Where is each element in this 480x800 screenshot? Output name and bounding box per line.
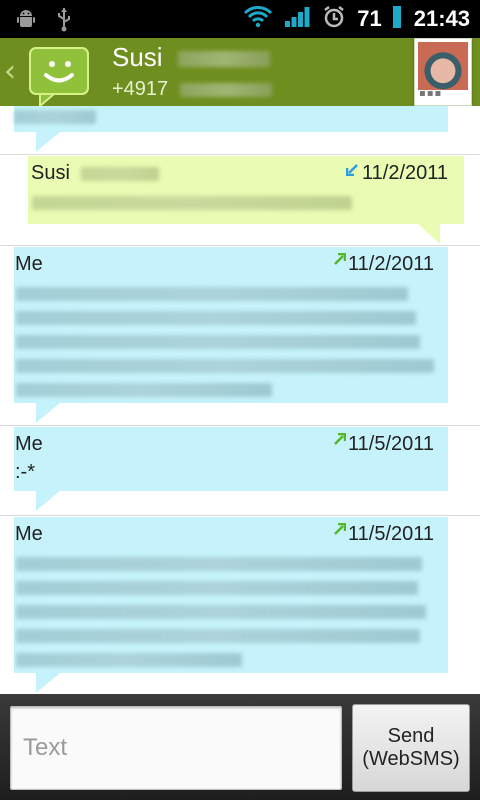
message-bubble-outgoing[interactable]: Me 11/5/2011 bbox=[14, 517, 448, 673]
send-label-line1: Send bbox=[387, 725, 435, 747]
avatar-dots: ▪▪▪ bbox=[419, 88, 443, 99]
divider bbox=[0, 154, 480, 155]
contact-first-name: Susi bbox=[112, 42, 163, 72]
usb-icon bbox=[54, 6, 74, 36]
message-bubble-outgoing[interactable]: Me 11/2/2011 bbox=[14, 247, 448, 403]
message-sender: Me bbox=[15, 523, 43, 545]
message-date: 11/2/2011 bbox=[362, 162, 449, 184]
message-text-input[interactable] bbox=[10, 706, 342, 790]
bubble-tail bbox=[418, 224, 440, 244]
redacted-line bbox=[16, 653, 242, 667]
bubble-tail bbox=[36, 403, 60, 423]
redacted-line bbox=[16, 311, 416, 325]
message-date: 11/5/2011 bbox=[348, 433, 435, 455]
divider bbox=[0, 515, 480, 516]
alarm-icon bbox=[321, 4, 347, 34]
message-thread[interactable]: Susi 11/2/2011 Me 11/2/2011 Me 11/5/2011… bbox=[0, 106, 480, 694]
messaging-app-icon[interactable] bbox=[26, 42, 96, 109]
redacted-line bbox=[16, 383, 272, 397]
phone-number-redacted bbox=[179, 82, 272, 97]
battery-percent: 71 bbox=[357, 6, 382, 31]
contact-number: +4917 bbox=[112, 78, 272, 101]
outgoing-arrow-icon bbox=[334, 253, 346, 265]
send-label-line2: (WebSMS) bbox=[362, 748, 460, 770]
bubble-tail bbox=[36, 132, 60, 152]
message-date: 11/2/2011 bbox=[348, 253, 435, 275]
redacted-line bbox=[16, 287, 408, 301]
signal-icon bbox=[283, 5, 311, 33]
bubble-tail bbox=[36, 673, 60, 693]
redacted-line bbox=[32, 196, 352, 210]
redacted-line bbox=[16, 605, 426, 619]
message-composer: Send (WebSMS) bbox=[0, 694, 480, 800]
outgoing-arrow-icon bbox=[334, 523, 346, 535]
status-right-icons: 71 21:43 bbox=[243, 4, 470, 34]
contact-photo bbox=[418, 42, 468, 90]
redacted-surname bbox=[81, 167, 160, 181]
contact-name: Susi bbox=[112, 42, 270, 73]
contact-avatar[interactable]: ▪▪▪ bbox=[414, 38, 472, 106]
android-debug-icon bbox=[14, 7, 38, 35]
outgoing-arrow-icon bbox=[334, 433, 346, 445]
divider bbox=[0, 245, 480, 246]
message-bubble-partial[interactable] bbox=[14, 106, 448, 132]
redacted-line bbox=[16, 359, 434, 373]
redacted-line bbox=[16, 335, 420, 349]
incoming-arrow-icon bbox=[346, 164, 358, 176]
phone-prefix: +4917 bbox=[112, 78, 169, 100]
conversation-header[interactable]: ‹ Susi +4917 ▪▪▪ bbox=[0, 38, 480, 109]
message-bubble-incoming[interactable]: Susi 11/2/2011 bbox=[28, 156, 464, 224]
status-bar: 71 21:43 bbox=[0, 0, 480, 38]
redacted-line bbox=[16, 557, 422, 571]
wifi-icon bbox=[243, 5, 273, 33]
message-text: :-* bbox=[15, 461, 35, 483]
contact-last-name-redacted bbox=[177, 51, 270, 68]
redacted-line bbox=[14, 110, 96, 124]
bubble-tail bbox=[36, 491, 60, 511]
message-sender: Susi bbox=[31, 162, 160, 185]
back-chevron-icon[interactable]: ‹ bbox=[4, 52, 16, 92]
message-sender-name: Susi bbox=[31, 162, 70, 184]
redacted-line bbox=[16, 629, 420, 643]
redacted-line bbox=[16, 581, 418, 595]
status-time: 21:43 bbox=[413, 6, 470, 31]
message-sender: Me bbox=[15, 253, 43, 275]
message-sender: Me bbox=[15, 433, 43, 455]
status-left-icons bbox=[14, 6, 74, 36]
message-date: 11/5/2011 bbox=[348, 523, 435, 545]
send-webSMS-button[interactable]: Send (WebSMS) bbox=[352, 704, 470, 792]
battery-icon bbox=[392, 4, 402, 34]
divider bbox=[0, 425, 480, 426]
message-bubble-outgoing[interactable]: Me 11/5/2011 :-* bbox=[14, 427, 448, 491]
